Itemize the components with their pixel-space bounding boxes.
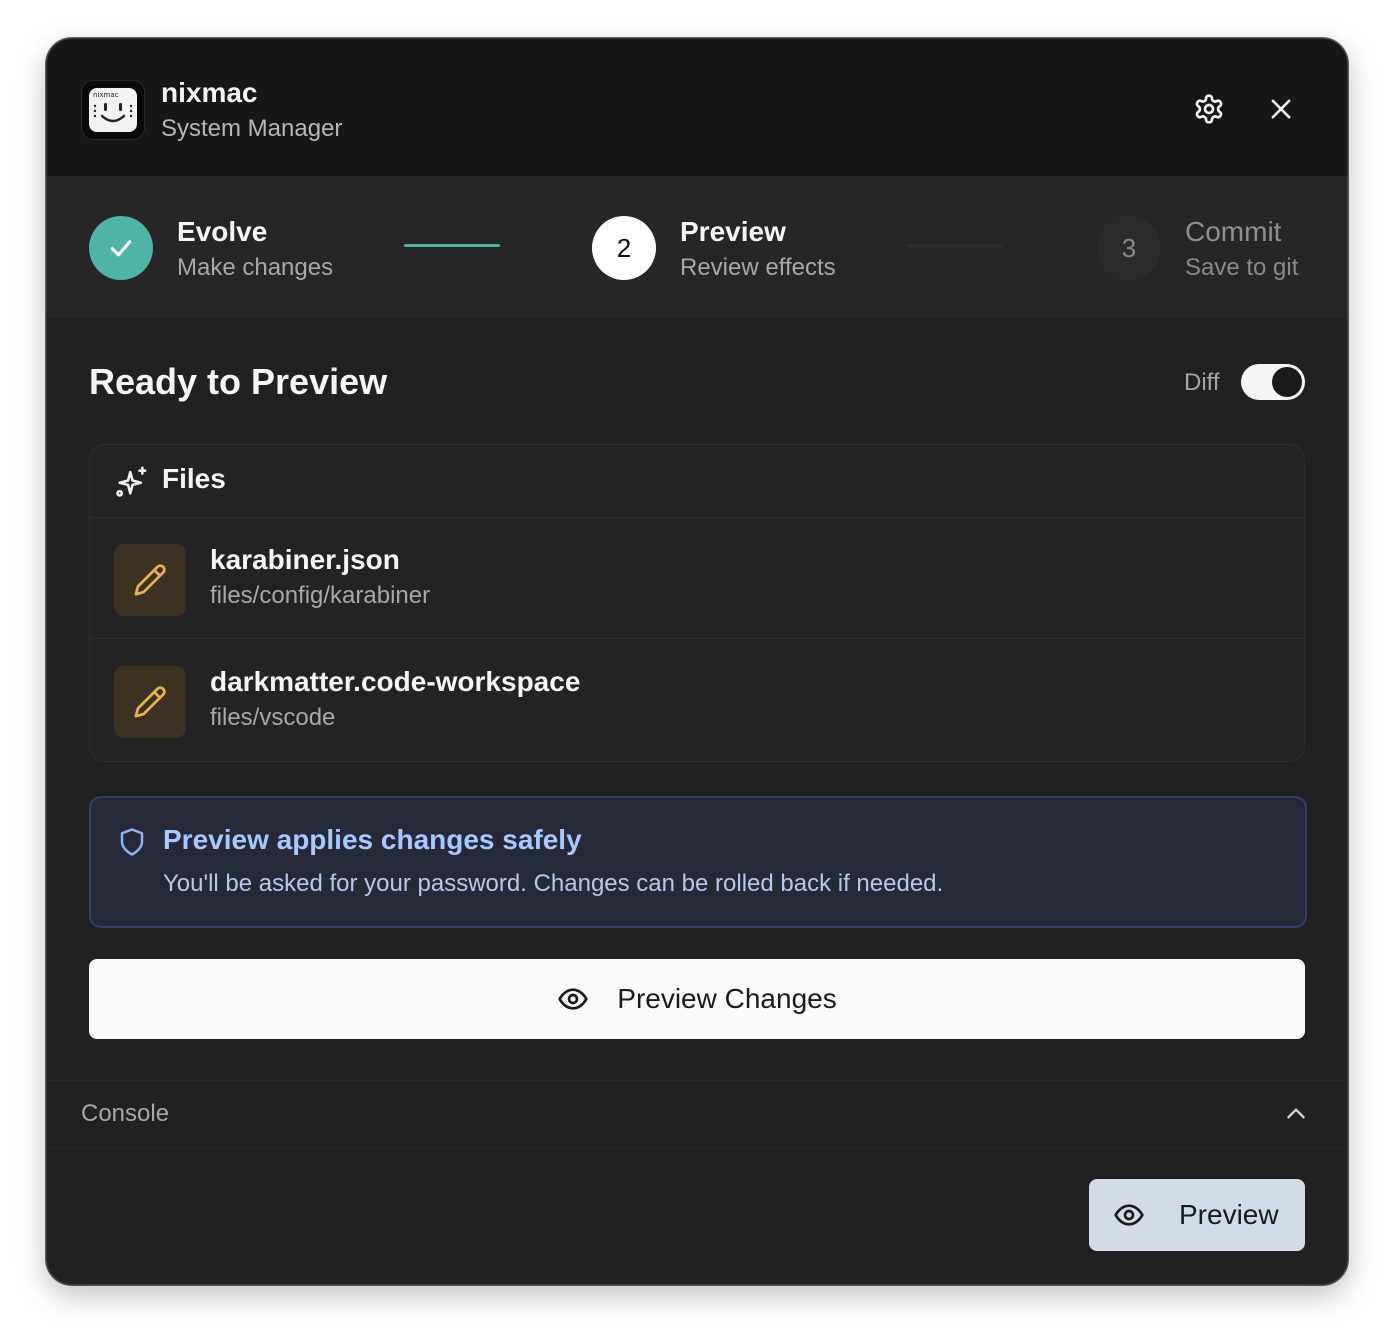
- smiley-logo-icon: nixmac: [89, 88, 137, 132]
- logo-text: nixmac: [93, 91, 119, 99]
- step-commit-number: 3: [1121, 232, 1137, 263]
- files-card: Files karabiner.json files/config/karabi…: [89, 444, 1305, 762]
- file-path: files/vscode: [210, 704, 336, 731]
- file-row[interactable]: darkmatter.code-workspace files/vscode: [90, 640, 1304, 760]
- step-preview-number: 2: [616, 232, 632, 263]
- shield-icon: [120, 828, 144, 856]
- step-connector-2: [907, 244, 1003, 247]
- step-commit-title: Commit: [1185, 216, 1282, 247]
- pencil-icon: [134, 686, 166, 718]
- files-title: Files: [162, 463, 226, 494]
- console-bar[interactable]: Console: [47, 1080, 1347, 1148]
- diff-label: Diff: [1184, 369, 1220, 396]
- progress-stepper: Evolve Make changes 2 Preview Review eff…: [47, 176, 1347, 318]
- info-callout: Preview applies changes safely You'll be…: [89, 796, 1307, 928]
- close-icon: [1271, 99, 1291, 119]
- diff-toggle-knob: [1272, 367, 1302, 397]
- file-row[interactable]: karabiner.json files/config/karabiner: [90, 518, 1304, 639]
- file-edit-badge: [114, 666, 186, 738]
- page-title: Ready to Preview: [89, 361, 388, 402]
- checkmark-icon: [110, 240, 132, 257]
- sparkles-icon: [116, 466, 147, 497]
- step-commit-subtitle: Save to git: [1185, 254, 1299, 281]
- chevron-up-icon[interactable]: [1283, 1101, 1309, 1127]
- step-commit-circle[interactable]: 3: [1097, 216, 1161, 280]
- step-evolve-circle[interactable]: [89, 216, 153, 280]
- files-header: Files: [90, 445, 1304, 518]
- preview-button-label: Preview: [1179, 1199, 1279, 1230]
- step-evolve-title: Evolve: [177, 216, 268, 247]
- gear-icon: [1195, 94, 1223, 124]
- step-preview-title: Preview: [680, 216, 786, 247]
- file-edit-badge: [114, 544, 186, 616]
- diff-toggle[interactable]: [1241, 364, 1305, 400]
- app-subtitle: System Manager: [161, 115, 343, 142]
- eye-icon: [558, 988, 588, 1010]
- step-evolve-subtitle: Make changes: [177, 254, 334, 281]
- preview-changes-label: Preview Changes: [617, 983, 837, 1014]
- console-label: Console: [81, 1100, 170, 1127]
- step-preview-subtitle: Review effects: [680, 254, 836, 281]
- close-button[interactable]: [1261, 89, 1301, 129]
- app-window: nixmac nixmac System Manager Evolve Make…: [46, 38, 1348, 1285]
- settings-button[interactable]: [1189, 89, 1229, 129]
- file-name: karabiner.json: [210, 544, 400, 575]
- preview-changes-button[interactable]: Preview Changes: [89, 959, 1305, 1039]
- file-path: files/config/karabiner: [210, 582, 431, 609]
- step-preview-circle[interactable]: 2: [592, 216, 656, 280]
- header: nixmac nixmac System Manager: [47, 39, 1347, 176]
- file-name: darkmatter.code-workspace: [210, 666, 581, 697]
- eye-icon: [1114, 1204, 1144, 1226]
- info-title: Preview applies changes safely: [163, 824, 582, 855]
- app-logo: nixmac: [81, 80, 145, 140]
- preview-button[interactable]: Preview: [1089, 1179, 1305, 1251]
- step-connector-1: [404, 244, 500, 247]
- pencil-icon: [134, 564, 166, 596]
- info-text: You'll be asked for your password. Chang…: [163, 870, 944, 897]
- app-name: nixmac: [161, 77, 258, 108]
